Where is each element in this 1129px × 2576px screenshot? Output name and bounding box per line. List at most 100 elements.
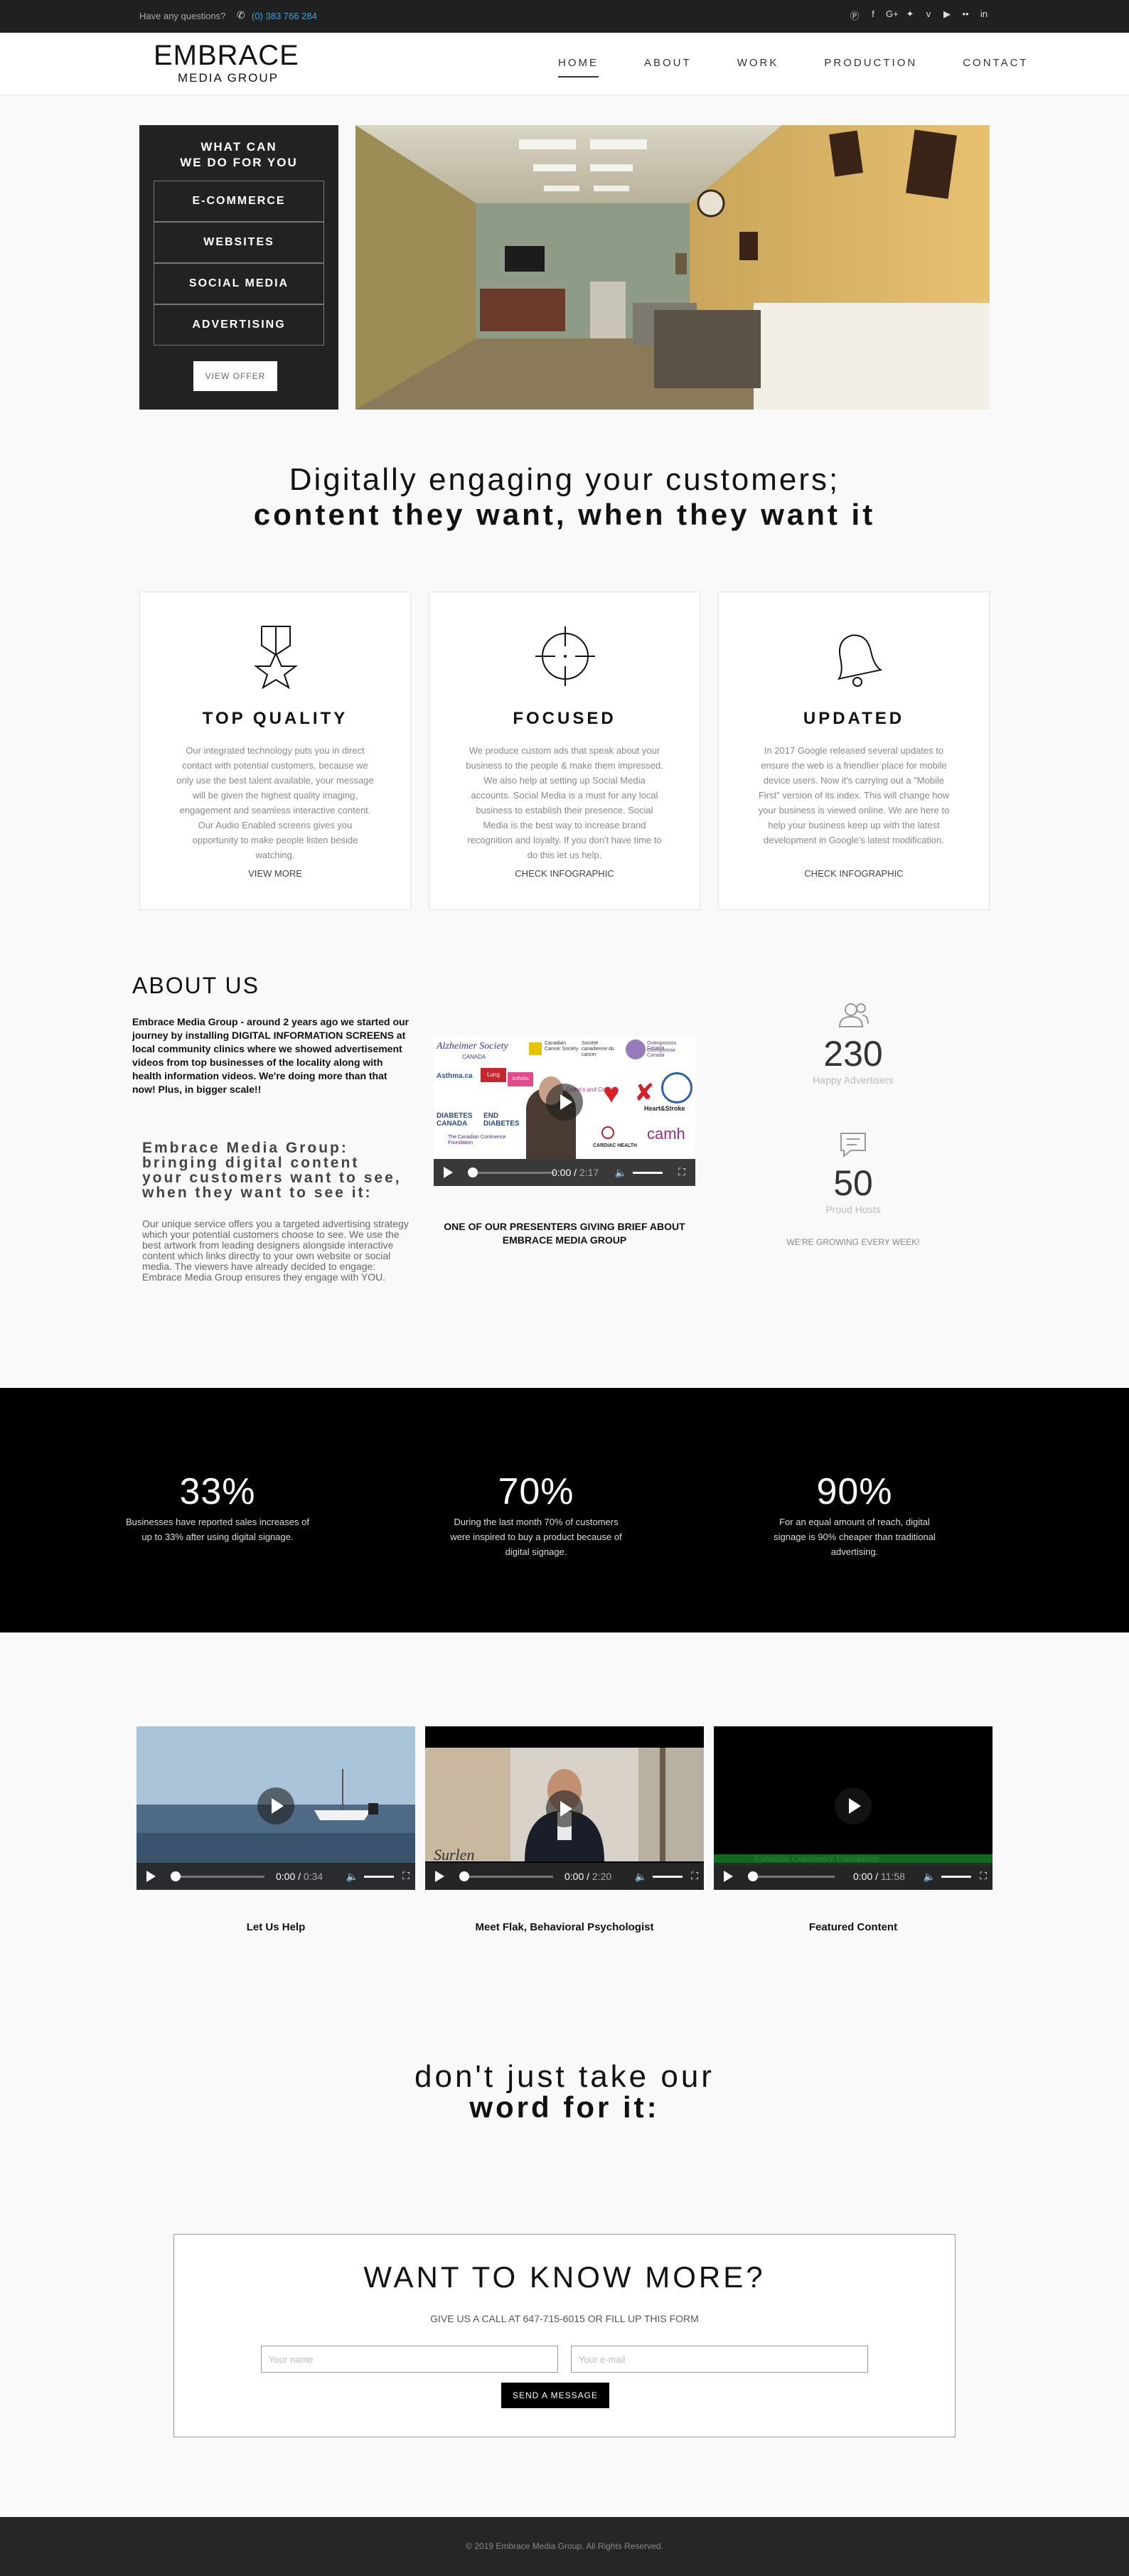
feature-title: FOCUSED — [513, 709, 616, 728]
feature-text: We produce custom ads that speak about y… — [466, 745, 663, 860]
stat-hosts: 50 Proud Hosts — [775, 1131, 931, 1215]
fullscreen-icon[interactable]: ⛶ — [691, 1870, 698, 1882]
percent-stat-cheaper: 90% For an equal amount of reach, digita… — [762, 1470, 947, 1559]
volume-icon[interactable]: 🔈 — [924, 1871, 936, 1883]
nav-work[interactable]: WORK — [737, 57, 779, 78]
fullscreen-icon[interactable]: ⛶ — [678, 1166, 685, 1178]
medal-star-icon — [254, 626, 298, 690]
check-infographic-link[interactable]: CHECK INFOGRAPHIC — [429, 868, 700, 879]
percent-stat-sales: 33% Businesses have reported sales incre… — [125, 1470, 310, 1544]
about-video-player[interactable]: Alzheimer Society CANADA Canadian Cancer… — [434, 1037, 695, 1186]
progress-bar[interactable] — [172, 1876, 264, 1878]
progress-bar[interactable] — [469, 1172, 555, 1174]
progress-handle[interactable] — [171, 1871, 181, 1881]
percent-value: 33% — [179, 1471, 256, 1512]
logo-cardiac-health: CARDIAC HEALTH — [593, 1143, 638, 1148]
offer-title: WHAT CAN WE DO FOR YOU — [139, 139, 338, 171]
heart-stroke-slash-icon: ✘ — [634, 1079, 655, 1106]
logo-cancer-society: Canadian Cancer Society — [545, 1041, 579, 1052]
feature-text: In 2017 Google released several updates … — [758, 745, 950, 845]
fullscreen-icon[interactable]: ⛶ — [402, 1870, 410, 1882]
hero-image-waiting-room — [355, 125, 990, 410]
video-controls: 0:00 / 2:20 🔈 ⛶ — [425, 1863, 704, 1890]
twitter-icon[interactable]: ✦ — [904, 9, 916, 22]
progress-bar[interactable] — [461, 1876, 553, 1878]
offer-item-advertising[interactable]: ADVERTISING — [154, 304, 324, 346]
feature-card-quality: TOP QUALITY Our integrated technology pu… — [139, 592, 411, 910]
logo-alzheimer-canada: CANADA — [462, 1054, 486, 1060]
email-input[interactable] — [571, 2346, 868, 2373]
big-play-button[interactable] — [546, 1790, 583, 1827]
volume-icon[interactable]: 🔈 — [615, 1167, 627, 1179]
nav-about[interactable]: ABOUT — [644, 57, 692, 78]
youtube-icon[interactable]: ▶ — [941, 9, 953, 22]
site-footer: © 2019 Embrace Media Group. All Rights R… — [0, 2517, 1129, 2576]
stat-advertisers: 230 Happy Advertisers — [775, 1001, 931, 1086]
time-display: 0:00 / 11:58 — [853, 1871, 905, 1882]
play-icon[interactable] — [435, 1871, 444, 1882]
video-meet-flak[interactable]: Surlen 0:00 / 2:20 🔈 ⛶ — [425, 1726, 704, 1890]
play-icon[interactable] — [724, 1871, 733, 1882]
stat-number: 50 — [833, 1163, 873, 1203]
health-circle-logo-icon — [661, 1072, 692, 1103]
logo-wordmark[interactable]: EMBRACE — [154, 40, 299, 72]
feature-card-focused: FOCUSED We produce custom ads that speak… — [429, 592, 700, 910]
about-intro: Embrace Media Group - around 2 years ago… — [132, 1016, 409, 1095]
logo-subtitle[interactable]: MEDIA GROUP — [178, 71, 279, 85]
nav-home[interactable]: HOME — [558, 57, 599, 78]
copyright-text: © 2019 Embrace Media Group. All Rights R… — [466, 2541, 663, 2551]
video-controls: 0:00 / 2:17 🔈 ⛶ — [434, 1159, 695, 1186]
volume-icon[interactable]: 🔈 — [346, 1871, 358, 1883]
name-input[interactable] — [261, 2346, 558, 2373]
big-play-button[interactable] — [257, 1787, 294, 1824]
video-let-us-help[interactable]: 0:00 / 0:34 🔈 ⛶ — [137, 1726, 415, 1890]
contact-form-box: WANT TO KNOW MORE? GIVE US A CALL AT 647… — [173, 2234, 956, 2437]
main-nav: HOME ABOUT WORK PRODUCTION CONTACT — [558, 57, 1074, 78]
google-plus-icon[interactable]: G+ — [886, 9, 899, 22]
progress-bar[interactable] — [749, 1876, 835, 1878]
volume-slider[interactable] — [364, 1876, 394, 1878]
phone-icon: ✆ — [237, 9, 245, 21]
nav-production[interactable]: PRODUCTION — [824, 57, 917, 78]
fullscreen-icon[interactable]: ⛶ — [980, 1870, 987, 1882]
offer-title-line1: WHAT CAN — [200, 140, 277, 154]
volume-slider[interactable] — [941, 1876, 971, 1878]
logo-osteoporosis-fr: Ostéoporose Canada — [647, 1048, 676, 1058]
nav-contact[interactable]: CONTACT — [963, 57, 1028, 78]
check-infographic-link[interactable]: CHECK INFOGRAPHIC — [719, 868, 989, 879]
waiting-room-illustration — [355, 125, 990, 410]
progress-handle[interactable] — [748, 1871, 758, 1881]
facebook-icon[interactable]: f — [867, 9, 879, 22]
percent-value: 90% — [816, 1471, 893, 1512]
about-subheading: Embrace Media Group: bringing digital co… — [142, 1140, 402, 1201]
big-play-button[interactable] — [546, 1084, 583, 1121]
send-message-button[interactable]: SEND A MESSAGE — [501, 2383, 609, 2408]
headline-line2: content they want, when they want it — [253, 498, 876, 531]
volume-icon[interactable]: 🔈 — [635, 1871, 647, 1883]
play-icon[interactable] — [444, 1167, 453, 1178]
view-more-link[interactable]: VIEW MORE — [140, 868, 410, 879]
time-display: 0:00 / 2:17 — [552, 1167, 599, 1178]
phone-link[interactable]: (0) 383 766 284 — [252, 11, 317, 21]
percent-stat-inspired: 70% During the last month 70% of custome… — [444, 1470, 628, 1559]
vimeo-icon[interactable]: v — [923, 9, 934, 22]
progress-handle[interactable] — [459, 1871, 469, 1881]
growing-text: WE'RE GROWING EVERY WEEK! — [786, 1237, 920, 1247]
volume-slider[interactable] — [653, 1876, 683, 1878]
osteoporosis-icon — [626, 1040, 646, 1059]
video-featured-content[interactable]: Canadian Continence Foundation 0:00 / 11… — [714, 1726, 992, 1890]
testimonial-line1: don't just take our — [414, 2059, 715, 2094]
crosshair-icon — [535, 626, 595, 686]
view-offer-button[interactable]: VIEW OFFER — [193, 361, 277, 391]
volume-slider[interactable] — [633, 1172, 663, 1174]
progress-handle[interactable] — [468, 1167, 478, 1177]
flickr-icon[interactable]: •• — [960, 9, 971, 22]
linkedin-icon[interactable]: in — [978, 9, 990, 22]
offer-item-ecommerce[interactable]: E-COMMERCE — [154, 181, 324, 222]
play-icon[interactable] — [146, 1871, 156, 1882]
big-play-button[interactable] — [835, 1787, 872, 1824]
offer-item-websites[interactable]: WEBSITES — [154, 222, 324, 263]
stat-number: 230 — [823, 1034, 883, 1074]
offer-item-social-media[interactable]: SOCIAL MEDIA — [154, 263, 324, 304]
skype-icon[interactable]: Ⓟ — [849, 9, 860, 22]
